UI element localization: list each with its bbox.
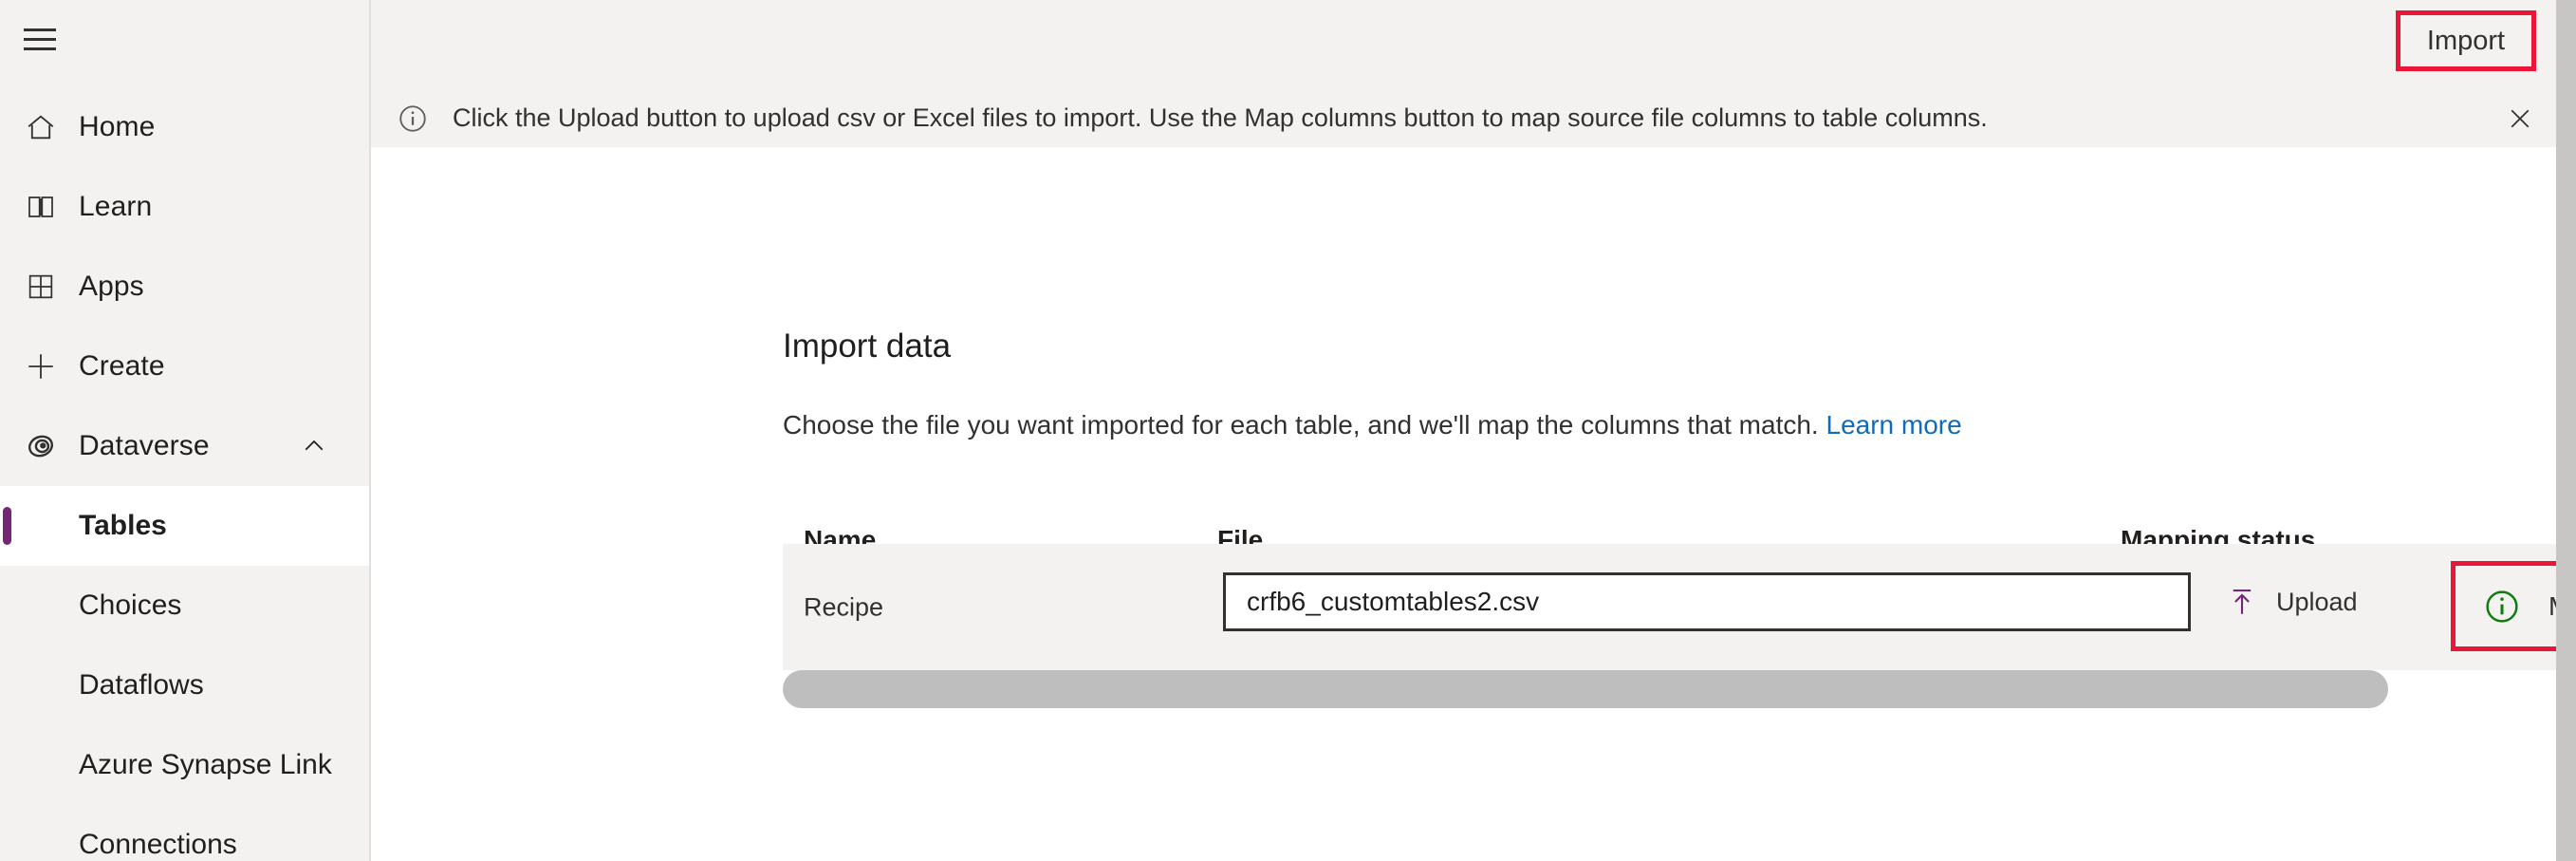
info-circle-icon: [2482, 587, 2522, 627]
sidebar-item-home[interactable]: Home: [0, 87, 369, 167]
hamburger-line: [24, 38, 56, 41]
sidebar-item-azure-synapse-link[interactable]: Azure Synapse Link: [0, 725, 369, 805]
page-description-text: Choose the file you want imported for ea…: [783, 410, 1826, 440]
dataverse-icon: [24, 429, 58, 463]
sidebar-item-label: Choices: [79, 590, 181, 622]
sidebar-item-label: Dataflows: [79, 669, 204, 702]
upload-button[interactable]: Upload: [2225, 574, 2358, 629]
sidebar-item-label: Home: [79, 111, 155, 143]
sidebar-item-label: Create: [79, 350, 165, 383]
close-icon[interactable]: [2502, 101, 2538, 137]
sidebar-item-label: Azure Synapse Link: [79, 749, 332, 781]
file-name-input-value: crfb6_customtables2.csv: [1247, 587, 1539, 617]
sidebar-item-label: Connections: [79, 829, 237, 861]
info-banner: Click the Upload button to upload csv or…: [371, 89, 2576, 147]
import-button[interactable]: Import: [2396, 10, 2536, 71]
upload-arrow-icon: [2225, 585, 2259, 619]
sidebar-item-connections[interactable]: Connections: [0, 805, 369, 861]
command-bar: Import: [371, 0, 2576, 89]
horizontal-scrollbar[interactable]: [783, 670, 2388, 708]
file-name-input[interactable]: crfb6_customtables2.csv: [1223, 572, 2191, 631]
home-icon: [24, 110, 58, 144]
sidebar-item-learn[interactable]: Learn: [0, 167, 369, 247]
info-banner-message: Click the Upload button to upload csv or…: [453, 103, 1988, 133]
sidebar-item-apps[interactable]: Apps: [0, 247, 369, 327]
sidebar: Home Learn Apps: [0, 0, 371, 861]
page-title: Import data: [783, 328, 951, 365]
vertical-scrollbar[interactable]: [2556, 0, 2576, 861]
import-data-panel: Import data Choose the file you want imp…: [371, 147, 2576, 861]
sidebar-nav-list: Home Learn Apps: [0, 87, 369, 861]
cell-table-name: Recipe: [804, 592, 883, 622]
sidebar-item-choices[interactable]: Choices: [0, 566, 369, 646]
sidebar-item-label: Apps: [79, 271, 144, 303]
book-icon: [24, 190, 58, 224]
info-circle-icon: [396, 102, 430, 136]
main-content: Import Click the Upload button to upload…: [371, 0, 2576, 861]
hamburger-line: [24, 28, 56, 31]
import-button-label: Import: [2427, 26, 2505, 57]
table-row: Recipe crfb6_customtables2.csv Upload: [783, 544, 2576, 670]
sidebar-group-label: Dataverse: [79, 430, 210, 462]
selection-indicator: [3, 507, 11, 545]
sidebar-item-tables[interactable]: Tables: [0, 486, 369, 566]
hamburger-line: [24, 47, 56, 50]
chevron-up-icon[interactable]: [299, 431, 329, 461]
page-description: Choose the file you want imported for ea…: [783, 410, 1962, 440]
sidebar-item-dataflows[interactable]: Dataflows: [0, 646, 369, 725]
app-window: Home Learn Apps: [0, 0, 2576, 861]
sidebar-item-label: Learn: [79, 191, 152, 223]
sidebar-item-create[interactable]: Create: [0, 327, 369, 406]
apps-grid-icon: [24, 270, 58, 304]
sidebar-group-dataverse[interactable]: Dataverse: [0, 406, 369, 486]
hamburger-menu-icon[interactable]: [24, 28, 56, 51]
plus-icon: [24, 349, 58, 384]
upload-button-label: Upload: [2276, 588, 2358, 617]
sidebar-item-label: Tables: [79, 510, 167, 542]
learn-more-link[interactable]: Learn more: [1826, 410, 1962, 440]
